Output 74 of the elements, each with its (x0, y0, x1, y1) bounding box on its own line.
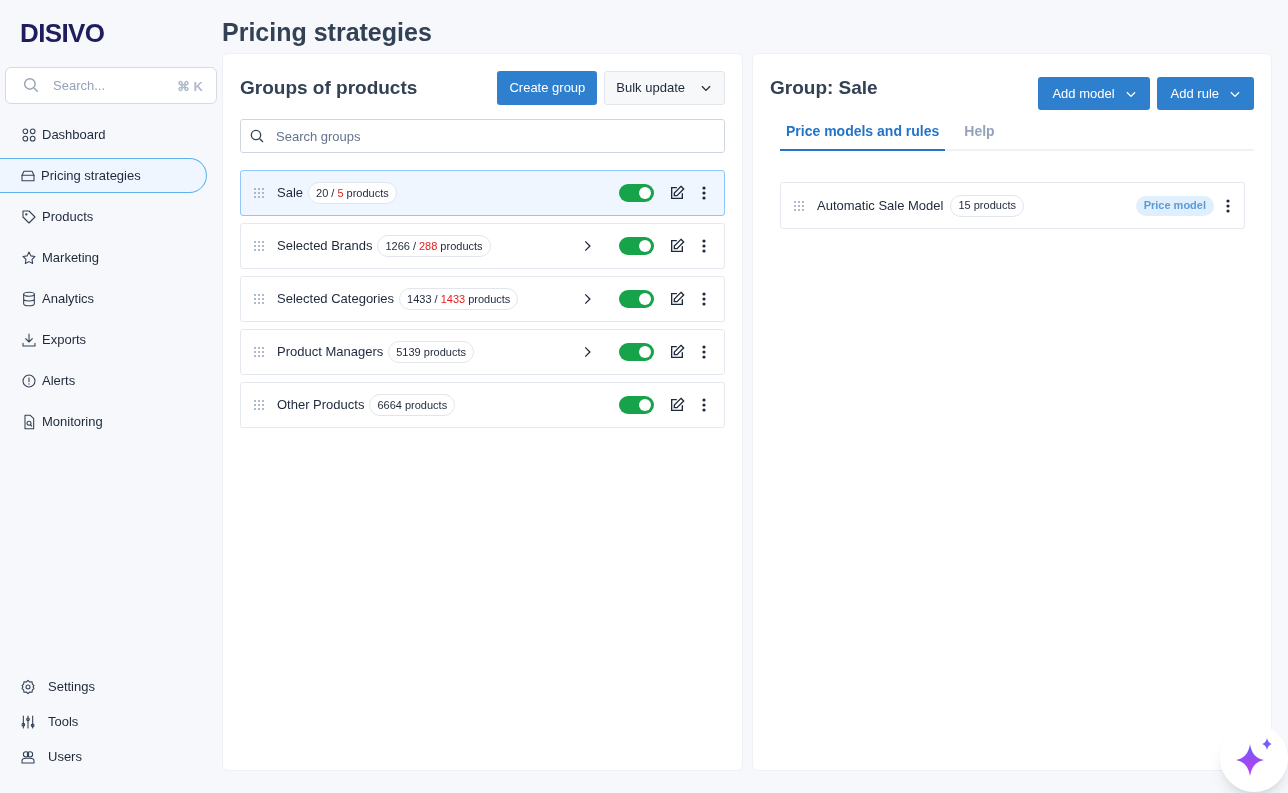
drag-handle-icon[interactable] (253, 399, 265, 411)
logo: DISIVO (20, 17, 105, 50)
nav-item[interactable]: Users (0, 742, 222, 771)
edit-icon[interactable] (669, 344, 685, 360)
page-title: Pricing strategies (222, 17, 433, 48)
shortcut-hint: ⌘ K (177, 78, 203, 96)
product-count: 6664 products (369, 394, 456, 416)
toggle-switch[interactable] (619, 184, 654, 202)
more-options-icon[interactable] (702, 186, 706, 200)
group-row[interactable]: Selected Brands 1266 / 288 products (240, 223, 725, 269)
edit-icon[interactable] (669, 185, 685, 201)
edit-icon[interactable] (669, 397, 685, 413)
dropdown-button[interactable]: Add rule (1156, 77, 1254, 110)
group-name: Sale (277, 184, 304, 203)
nav-item[interactable]: Exports (0, 322, 207, 357)
group-row[interactable]: Other Products 6664 products (240, 382, 725, 428)
group-name: Product Managers (277, 343, 384, 362)
toggle-switch[interactable] (619, 290, 654, 308)
toggle-switch[interactable] (619, 237, 654, 255)
grid-icon (21, 126, 37, 143)
nav-item[interactable]: Dashboard (0, 117, 207, 152)
toggle-switch[interactable] (619, 343, 654, 361)
panel-title: Group: Sale (770, 76, 879, 100)
tag-icon (21, 208, 37, 225)
group-row[interactable]: Sale 20 / 5 products (240, 170, 725, 216)
drag-handle-icon[interactable] (793, 199, 805, 212)
search-groups-field[interactable]: Search groups (240, 119, 725, 153)
group-name: Other Products (277, 396, 365, 415)
product-count: 1266 / 288 products (377, 235, 491, 257)
group-name: Selected Categories (277, 290, 395, 309)
product-count: 1433 / 1433 products (399, 288, 519, 310)
product-count: 20 / 5 products (308, 182, 397, 204)
search-icon (22, 76, 40, 94)
alert-icon (21, 372, 37, 389)
drag-handle-icon[interactable] (253, 240, 265, 252)
model-name: Automatic Sale Model (817, 196, 944, 215)
nav-item[interactable]: Monitoring (0, 404, 207, 439)
nav-item[interactable]: Marketing (0, 240, 207, 275)
drag-handle-icon[interactable] (253, 187, 265, 199)
type-tag: Price model (1135, 195, 1214, 216)
more-options-icon[interactable] (702, 292, 706, 306)
download-icon (21, 331, 37, 348)
document-icon (21, 413, 37, 430)
toggle-switch[interactable] (619, 396, 654, 414)
nav-item[interactable]: Analytics (0, 281, 207, 316)
bulk-update-button[interactable]: Bulk update (604, 71, 725, 105)
settings-icon (20, 678, 36, 695)
group-row[interactable]: Selected Categories 1433 / 1433 products (240, 276, 725, 322)
users-icon (20, 748, 36, 765)
more-options-icon[interactable] (702, 398, 706, 412)
star-icon (21, 249, 37, 266)
more-options-icon[interactable] (1226, 198, 1230, 213)
dropdown-button[interactable]: Add model (1038, 77, 1150, 110)
nav-item[interactable]: Alerts (0, 363, 207, 398)
more-options-icon[interactable] (702, 239, 706, 253)
database-icon (21, 290, 37, 307)
sliders-icon (20, 713, 36, 730)
nav-item[interactable]: Settings (0, 672, 222, 701)
tab[interactable]: Price models and rules (780, 113, 946, 151)
product-count: 5139 products (388, 341, 474, 363)
more-options-icon[interactable] (702, 345, 706, 359)
nav-item[interactable]: Pricing strategies (0, 158, 207, 193)
nav-item[interactable]: Tools (0, 707, 222, 736)
search-icon (249, 128, 265, 144)
edit-icon[interactable] (669, 291, 685, 307)
drag-handle-icon[interactable] (253, 346, 265, 358)
drag-handle-icon[interactable] (253, 293, 265, 305)
group-row[interactable]: Product Managers 5139 products (240, 329, 725, 375)
edit-icon[interactable] (669, 238, 685, 254)
model-row[interactable]: Automatic Sale Model 15 products Price model (780, 182, 1245, 229)
create-group-button[interactable]: Create group (497, 71, 598, 105)
panel-title: Groups of products (240, 75, 419, 100)
group-name: Selected Brands (277, 237, 373, 256)
nav-item[interactable]: Products (0, 199, 207, 234)
